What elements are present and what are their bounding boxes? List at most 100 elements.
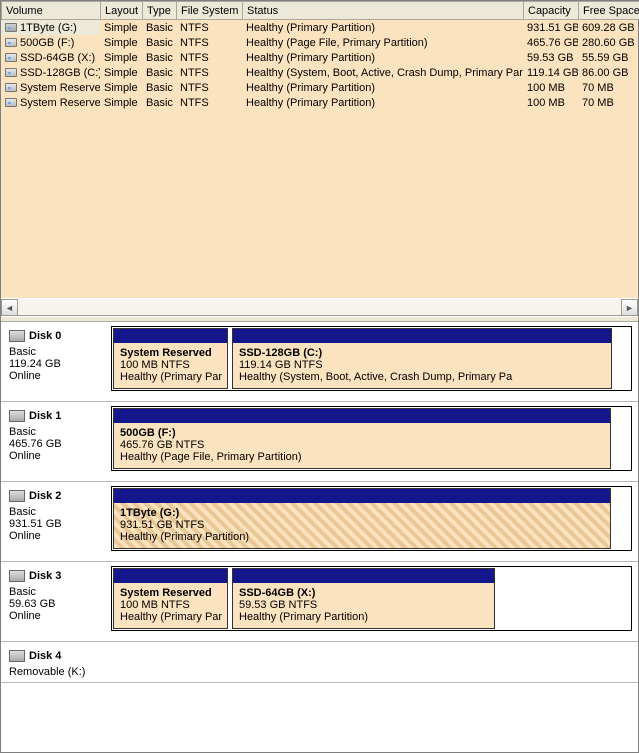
- partition[interactable]: SSD-64GB (X:)59.53 GB NTFSHealthy (Prima…: [232, 568, 495, 629]
- disk-title: Disk 2: [9, 490, 105, 502]
- volume-name: SSD-64GB (X:): [1, 50, 100, 65]
- volume-free: 280.60 GB: [578, 35, 638, 50]
- volume-capacity: 465.76 GB: [523, 35, 578, 50]
- disk-type: Basic: [9, 506, 105, 518]
- disk-icon: [9, 490, 25, 502]
- partition-health: Healthy (System, Boot, Active, Crash Dum…: [239, 371, 605, 383]
- horizontal-scrollbar[interactable]: ◄ ►: [1, 298, 638, 315]
- disk-type: Basic: [9, 586, 105, 598]
- disk-row[interactable]: Disk 3Basic59.63 GBOnlineSystem Reserved…: [1, 562, 638, 642]
- volume-row[interactable]: System ReservedSimpleBasicNTFSHealthy (P…: [1, 80, 638, 95]
- volume-layout: Simple: [100, 50, 142, 65]
- drive-icon: [5, 23, 17, 32]
- disk-info: Disk 1Basic465.76 GBOnline: [7, 406, 107, 471]
- volume-status: Healthy (Primary Partition): [242, 20, 523, 35]
- disk-title: Disk 4: [9, 650, 105, 662]
- disk-row[interactable]: Disk 4 Removable (K:): [1, 642, 638, 683]
- volume-layout: Simple: [100, 65, 142, 80]
- col-capacity[interactable]: Capacity: [524, 2, 579, 20]
- disk-title: Disk 0: [9, 330, 105, 342]
- volume-capacity: 931.51 GB: [523, 20, 578, 35]
- disk-type: Basic: [9, 346, 105, 358]
- partition-name: SSD-128GB (C:): [239, 347, 605, 359]
- partition[interactable]: 500GB (F:)465.76 GB NTFSHealthy (Page Fi…: [113, 408, 611, 469]
- disk-size: 59.63 GB: [9, 598, 105, 610]
- scroll-right-button[interactable]: ►: [621, 299, 638, 316]
- partition-health: Healthy (Page File, Primary Partition): [120, 451, 604, 463]
- volume-free: 70 MB: [578, 80, 638, 95]
- volume-free: 55.59 GB: [578, 50, 638, 65]
- partition-name: 500GB (F:): [120, 427, 604, 439]
- disk-info: Disk 2Basic931.51 GBOnline: [7, 486, 107, 551]
- disk-info: Disk 0Basic119.24 GBOnline: [7, 326, 107, 391]
- volume-row[interactable]: SSD-64GB (X:)SimpleBasicNTFSHealthy (Pri…: [1, 50, 638, 65]
- scroll-track[interactable]: [18, 299, 621, 315]
- partition-size: 100 MB NTFS: [120, 359, 221, 371]
- disk-size: 119.24 GB: [9, 358, 105, 370]
- col-filesystem[interactable]: File System: [177, 2, 243, 20]
- col-type[interactable]: Type: [143, 2, 177, 20]
- disk-row[interactable]: Disk 1Basic465.76 GBOnline500GB (F:)465.…: [1, 402, 638, 482]
- partition-header: [233, 569, 494, 583]
- disk-info: Disk 4 Removable (K:): [7, 646, 107, 680]
- disk-info: Disk 3Basic59.63 GBOnline: [7, 566, 107, 631]
- volume-name: 500GB (F:): [1, 35, 100, 50]
- volume-type: Basic: [142, 65, 176, 80]
- volume-type: Basic: [142, 50, 176, 65]
- volume-type: Basic: [142, 35, 176, 50]
- partition-health: Healthy (Primary Par: [120, 611, 221, 623]
- disk-type: Removable (K:): [9, 666, 105, 678]
- volume-name: SSD-128GB (C:): [1, 65, 100, 80]
- volume-fs: NTFS: [176, 65, 242, 80]
- column-header-row: Volume Layout Type File System Status Ca…: [2, 2, 639, 20]
- volume-fs: NTFS: [176, 50, 242, 65]
- volume-row[interactable]: System ReservedSimpleBasicNTFSHealthy (P…: [1, 95, 638, 110]
- partition[interactable]: System Reserved100 MB NTFSHealthy (Prima…: [113, 568, 228, 629]
- disk-row[interactable]: Disk 2Basic931.51 GBOnline1TByte (G:)931…: [1, 482, 638, 562]
- volume-type: Basic: [142, 95, 176, 110]
- partition-health: Healthy (Primary Par: [120, 371, 221, 383]
- disk-management-window: Volume Layout Type File System Status Ca…: [0, 0, 639, 753]
- volume-status: Healthy (Primary Partition): [242, 95, 523, 110]
- disk-title: Disk 1: [9, 410, 105, 422]
- volume-fs: NTFS: [176, 35, 242, 50]
- disk-status: Online: [9, 610, 105, 622]
- partition-name: SSD-64GB (X:): [239, 587, 488, 599]
- partition-size: 100 MB NTFS: [120, 599, 221, 611]
- volume-status: Healthy (Primary Partition): [242, 50, 523, 65]
- partition[interactable]: 1TByte (G:)931.51 GB NTFSHealthy (Primar…: [113, 488, 611, 549]
- volume-row[interactable]: 1TByte (G:)SimpleBasicNTFSHealthy (Prima…: [1, 20, 638, 35]
- volume-row[interactable]: 500GB (F:)SimpleBasicNTFSHealthy (Page F…: [1, 35, 638, 50]
- disk-row[interactable]: Disk 0Basic119.24 GBOnlineSystem Reserve…: [1, 322, 638, 402]
- volume-fs: NTFS: [176, 20, 242, 35]
- volume-row[interactable]: SSD-128GB (C:)SimpleBasicNTFSHealthy (Sy…: [1, 65, 638, 80]
- disk-partitions: 1TByte (G:)931.51 GB NTFSHealthy (Primar…: [111, 486, 632, 551]
- volume-type: Basic: [142, 20, 176, 35]
- disk-icon: [9, 410, 25, 422]
- partition-size: 465.76 GB NTFS: [120, 439, 604, 451]
- col-layout[interactable]: Layout: [101, 2, 143, 20]
- partition-size: 59.53 GB NTFS: [239, 599, 488, 611]
- disk-partitions: System Reserved100 MB NTFSHealthy (Prima…: [111, 326, 632, 391]
- scroll-left-button[interactable]: ◄: [1, 299, 18, 316]
- partition-name: 1TByte (G:): [120, 507, 604, 519]
- disk-icon: [9, 570, 25, 582]
- partition-body: System Reserved100 MB NTFSHealthy (Prima…: [114, 583, 227, 628]
- volume-layout: Simple: [100, 20, 142, 35]
- partition-body: 500GB (F:)465.76 GB NTFSHealthy (Page Fi…: [114, 423, 610, 468]
- col-volume[interactable]: Volume: [2, 2, 101, 20]
- volume-status: Healthy (Page File, Primary Partition): [242, 35, 523, 50]
- partition[interactable]: SSD-128GB (C:)119.14 GB NTFSHealthy (Sys…: [232, 328, 612, 389]
- partition-body: SSD-64GB (X:)59.53 GB NTFSHealthy (Prima…: [233, 583, 494, 628]
- volume-fs: NTFS: [176, 95, 242, 110]
- volume-status: Healthy (Primary Partition): [242, 80, 523, 95]
- disk-size: 465.76 GB: [9, 438, 105, 450]
- col-freespace[interactable]: Free Space: [579, 2, 639, 20]
- partition-header: [114, 569, 227, 583]
- partition-body: SSD-128GB (C:)119.14 GB NTFSHealthy (Sys…: [233, 343, 611, 388]
- partition[interactable]: System Reserved100 MB NTFSHealthy (Prima…: [113, 328, 228, 389]
- disk-partitions: System Reserved100 MB NTFSHealthy (Prima…: [111, 566, 632, 631]
- drive-icon: [5, 68, 17, 77]
- volume-name: 1TByte (G:): [1, 20, 100, 35]
- col-status[interactable]: Status: [243, 2, 524, 20]
